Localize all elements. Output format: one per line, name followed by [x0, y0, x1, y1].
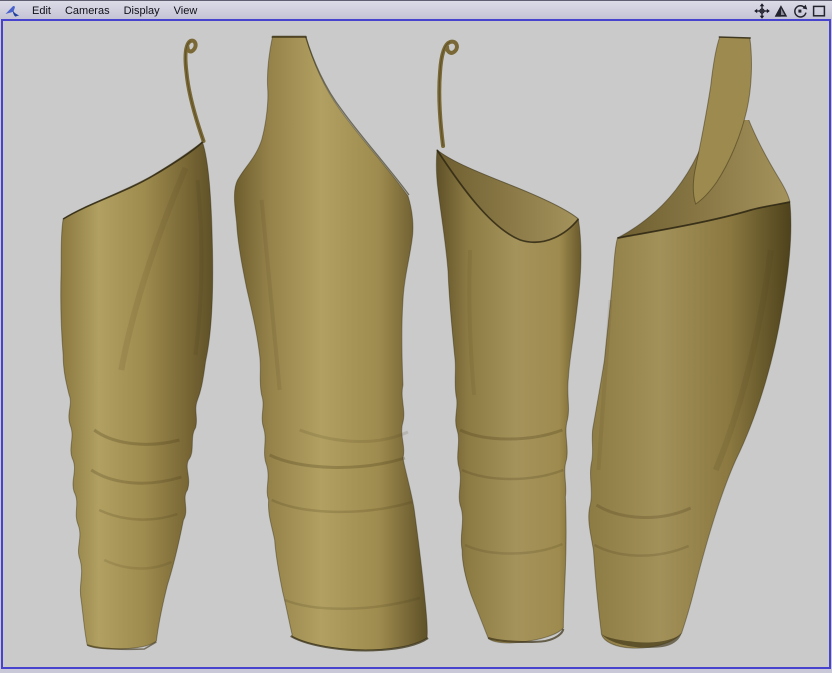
maximize-square-icon[interactable]	[811, 3, 827, 19]
menu-cameras[interactable]: Cameras	[58, 4, 117, 18]
garment-body	[588, 201, 792, 649]
viewport-3d[interactable]	[1, 19, 831, 669]
garment-back-quarter-view[interactable]	[435, 39, 582, 644]
triangle-icon[interactable]	[773, 3, 789, 19]
menu-edit[interactable]: Edit	[25, 4, 58, 18]
window-edge	[0, 669, 832, 673]
panel-menu-bar: Edit Cameras Display View	[0, 0, 832, 20]
rotate-center-dot	[798, 9, 802, 13]
strap-hook	[183, 38, 206, 143]
strap-top-edge	[718, 36, 751, 39]
garment-side-view[interactable]	[60, 38, 214, 651]
panel-window: Edit Cameras Display View	[0, 0, 832, 673]
scene-canvas	[60, 35, 792, 652]
garment-back-view[interactable]	[588, 36, 792, 649]
triangle-half	[774, 4, 781, 17]
menu-view[interactable]: View	[167, 4, 205, 18]
panel-menu-icon-tail	[12, 10, 20, 17]
garment-front-view[interactable]	[233, 35, 429, 652]
menu-display[interactable]: Display	[117, 4, 167, 18]
panel-menu-icon[interactable]	[4, 3, 20, 18]
garment-body	[60, 141, 214, 650]
rotate-view-icon[interactable]	[792, 3, 808, 19]
garment-body	[233, 35, 428, 651]
pan-move-icon[interactable]	[754, 2, 770, 19]
